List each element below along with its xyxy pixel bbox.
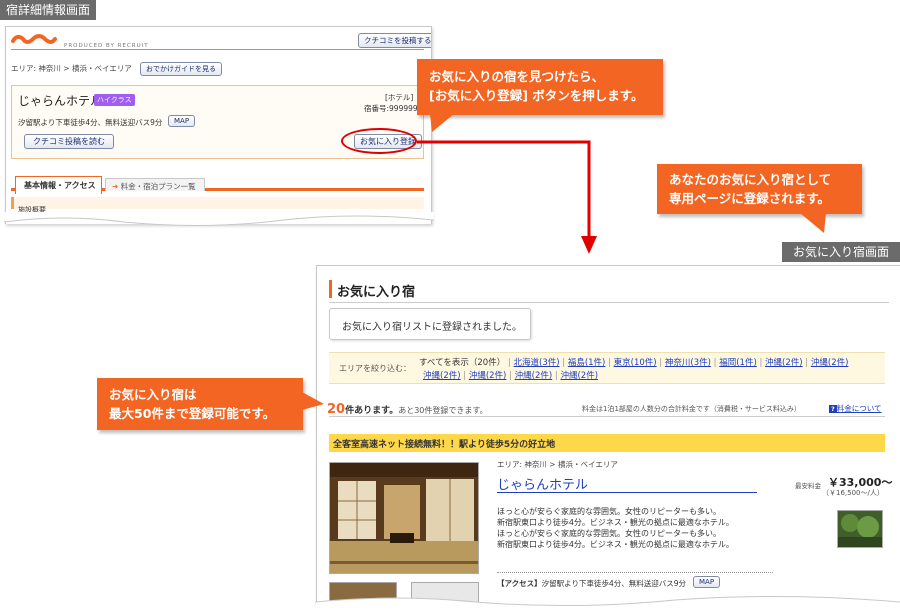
price-about-label: 料金について xyxy=(836,404,882,413)
area-filter-box: エリアを絞り込む： すべてを表示（20件） | 北海道(3件) | 福島(1件)… xyxy=(329,352,885,384)
tab-plans-label: 料金・宿泊プラン一覧 xyxy=(120,182,196,191)
callout-max-50: お気に入り宿は 最大50件まで登録可能です。 xyxy=(97,378,303,430)
arrow-right-icon: ➜ xyxy=(112,182,119,191)
filter-link[interactable]: 沖縄(2件) xyxy=(515,371,553,381)
filter-separator: | xyxy=(460,371,469,381)
detail-screen-label: 宿詳細情報画面 xyxy=(0,0,97,20)
flow-arrow-icon xyxy=(417,140,597,254)
hotel-banner: 全客室高速ネット接続無料！！駅より徒歩5分の好立地 xyxy=(329,434,885,452)
count-divider xyxy=(329,416,885,417)
filter-link[interactable]: 沖縄(2件) xyxy=(423,371,461,381)
callout-registered: あなたのお気に入り宿として 専用ページに登録されます。 xyxy=(657,164,862,214)
desc-line-4: 新宿駅東口より徒歩4分。ビジネス・観光の拠点に最適なホテル。 xyxy=(497,540,734,549)
hotel-number: 宿番号:999999 xyxy=(364,104,418,113)
desc-line-3: ほっと心が安らぐ家庭的な雰囲気。女性のリピーターも多い。 xyxy=(497,529,721,538)
remaining-count: あと30件登録できます。 xyxy=(398,406,488,415)
filter-link[interactable]: 東京(10件) xyxy=(614,358,657,368)
favorite-highlight-ring xyxy=(341,128,417,154)
favorite-torn-edge xyxy=(315,595,900,612)
access-divider xyxy=(497,572,773,573)
lowest-price-label: 最安料金 xyxy=(795,482,821,490)
callout3-pointer xyxy=(302,392,324,410)
outing-guide-button[interactable]: おでかけガイドを見る xyxy=(140,62,222,76)
filter-link[interactable]: 福岡(1件) xyxy=(719,358,757,368)
filter-link[interactable]: 神奈川(3件) xyxy=(665,358,711,368)
callout1-pointer xyxy=(430,114,454,132)
title-divider xyxy=(329,302,889,303)
read-reviews-button[interactable]: クチコミ投稿を読む xyxy=(24,134,114,149)
detail-screen: PRODUCED BY RECRUIT クチコミを投稿する エリア: 神奈川 >… xyxy=(5,26,432,224)
class-badge: ハイクラス xyxy=(94,94,135,106)
filter-link[interactable]: 沖縄(2件) xyxy=(469,371,507,381)
hotel-description: ほっと心が安らぐ家庭的な雰囲気。女性のリピーターも多い。 新宿駅東口より徒歩4分… xyxy=(497,506,734,550)
favorite-map-button[interactable]: MAP xyxy=(693,576,721,588)
breadcrumb: エリア: 神奈川 > 横浜・ベイエリア xyxy=(11,64,132,73)
jalan-logo-icon xyxy=(11,34,57,44)
filter-link[interactable]: 福島(1件) xyxy=(568,358,606,368)
callout1-line2: [お気に入り登録] ボタンを押します。 xyxy=(429,88,644,103)
count-row: 20件あります。あと30件登録できます。 xyxy=(327,398,488,417)
price-about-link[interactable]: ? 料金について xyxy=(829,403,882,414)
hotel-access: 汐留駅より下車徒歩4分、無料送迎バス9分 xyxy=(18,118,163,127)
price-per-person: （￥16,500～/人） xyxy=(822,489,884,497)
map-button[interactable]: MAP xyxy=(168,115,196,127)
filter-separator: | xyxy=(506,371,515,381)
desc-line-1: ほっと心が安らぐ家庭的な雰囲気。女性のリピーターも多い。 xyxy=(497,507,721,516)
count-suffix: 件あります。 xyxy=(345,406,399,416)
callout1-line1: お気に入りの宿を見つけたら、 xyxy=(429,69,605,84)
tab-basic-info[interactable]: 基本情報・アクセス xyxy=(15,176,102,194)
post-review-button[interactable]: クチコミを投稿する xyxy=(358,33,431,48)
hotel-name-underline xyxy=(497,492,757,493)
price-note: 料金は1泊1部屋の人数分の合計料金です（消費税・サービス料込み） xyxy=(582,405,801,413)
detail-torn-edge xyxy=(4,212,434,227)
filter-link[interactable]: 沖縄(2件) xyxy=(765,358,803,368)
callout2-line2: 専用ページに登録されます。 xyxy=(669,191,831,206)
hotel-photo[interactable] xyxy=(329,462,479,574)
callout3-line2: 最大50件まで登録可能です。 xyxy=(109,406,276,421)
hotel-name-link[interactable]: じゃらんホテル xyxy=(497,474,588,493)
callout3-line1: お気に入り宿は xyxy=(109,387,197,402)
access-label: 【アクセス】 xyxy=(497,579,542,588)
filter-separator: | xyxy=(656,358,665,368)
filter-link[interactable]: 北海道(3件) xyxy=(514,358,560,368)
filter-link[interactable]: 沖縄(2件) xyxy=(560,371,598,381)
header-divider xyxy=(11,49,424,50)
favorite-screen-label: お気に入り宿画面 xyxy=(782,242,900,262)
count-number: 20 xyxy=(327,402,346,417)
facility-section: 施設概要 xyxy=(11,197,424,214)
callout2-line1: あなたのお気に入り宿として xyxy=(669,172,832,187)
hotel-side-photo[interactable] xyxy=(837,510,883,548)
title-accent-bar xyxy=(329,280,332,298)
filter-row-1: すべてを表示（20件） | 北海道(3件) | 福島(1件) | 東京(10件)… xyxy=(419,356,848,368)
filter-link[interactable]: 沖縄(2件) xyxy=(811,358,849,368)
hotel-type: [ホテル] xyxy=(385,93,414,102)
page-title: お気に入り宿 xyxy=(337,285,416,300)
desc-line-2: 新宿駅東口より徒歩4分。ビジネス・観光の拠点に最適なホテル。 xyxy=(497,518,734,527)
tab-plans[interactable]: ➜ 料金・宿泊プラン一覧 xyxy=(105,178,205,191)
favorite-screen: お気に入り宿 お気に入り宿リストに登録されました。 エリアを絞り込む： すべてを… xyxy=(316,265,900,612)
filter-row-2: 沖縄(2件) | 沖縄(2件) | 沖縄(2件) | 沖縄(2件) xyxy=(423,369,598,381)
help-icon: ? xyxy=(829,405,837,413)
filter-separator: | xyxy=(710,358,720,368)
garden-image xyxy=(838,511,882,547)
filter-separator: | xyxy=(802,358,811,368)
hotel-room-image xyxy=(330,463,478,573)
filter-separator: | xyxy=(559,358,568,368)
hotel-name: じゃらんホテル xyxy=(18,94,103,108)
registered-message: お気に入り宿リストに登録されました。 xyxy=(329,308,531,340)
filter-separator: | xyxy=(756,358,766,368)
filter-all[interactable]: すべてを表示（20件） xyxy=(419,358,505,368)
filter-separator: | xyxy=(605,358,614,368)
hotel-area: エリア: 神奈川 > 横浜・ベイエリア xyxy=(497,460,618,469)
access-text: 汐留駅より下車徒歩4分、無料送迎バス9分 xyxy=(541,579,687,588)
hotel-access-row: 【アクセス】汐留駅より下車徒歩4分、無料送迎バス9分 xyxy=(497,578,686,589)
filter-label: エリアを絞り込む： xyxy=(339,364,411,373)
callout2-pointer xyxy=(800,213,826,233)
jalan-logo[interactable] xyxy=(11,33,57,53)
callout-favorite-button: お気に入りの宿を見つけたら、 [お気に入り登録] ボタンを押します。 xyxy=(417,59,663,115)
